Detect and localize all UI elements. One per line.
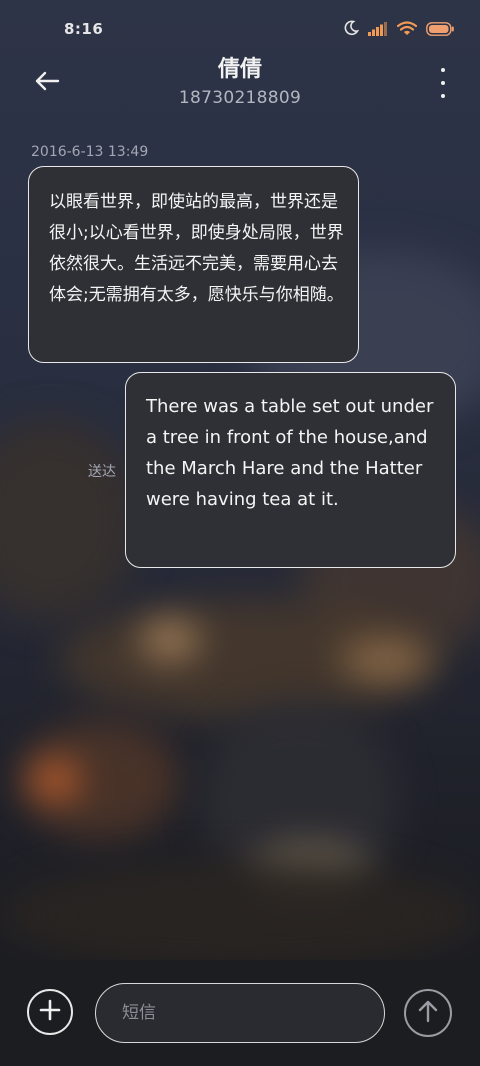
add-attachment-button[interactable] xyxy=(27,989,73,1035)
delivery-status: 送达 xyxy=(88,464,116,480)
incoming-message-bubble[interactable]: 以眼看世界，即使站的最高，世界还是很小;以心看世界，即使身处局限，世界依然很大。… xyxy=(28,166,359,363)
status-bar: 8:16 xyxy=(0,0,480,60)
more-options-button[interactable] xyxy=(436,68,450,98)
plus-icon xyxy=(39,999,61,1025)
signal-icon xyxy=(368,21,388,40)
composer-bar xyxy=(0,960,480,1066)
more-vertical-icon xyxy=(441,68,445,72)
status-icons xyxy=(343,18,454,42)
message-text: There was a table set out under a tree i… xyxy=(146,396,434,510)
arrow-up-icon xyxy=(417,999,439,1027)
status-time: 8:16 xyxy=(64,20,104,38)
contact-info: 倩倩 18730218809 xyxy=(0,56,480,110)
contact-name: 倩倩 xyxy=(217,57,262,82)
moon-icon xyxy=(343,20,360,40)
outgoing-message-bubble[interactable]: There was a table set out under a tree i… xyxy=(125,372,456,568)
contact-number: 18730218809 xyxy=(178,88,302,108)
wifi-icon xyxy=(396,20,418,40)
message-text: 以眼看世界，即使站的最高，世界还是很小;以心看世界，即使身处局限，世界依然很大。… xyxy=(49,192,344,305)
message-input[interactable] xyxy=(95,983,385,1043)
message-timestamp: 2016-6-13 13:49 xyxy=(31,144,149,160)
send-button[interactable] xyxy=(404,989,452,1037)
conversation-header: 倩倩 18730218809 xyxy=(0,52,480,120)
battery-icon xyxy=(426,21,454,40)
